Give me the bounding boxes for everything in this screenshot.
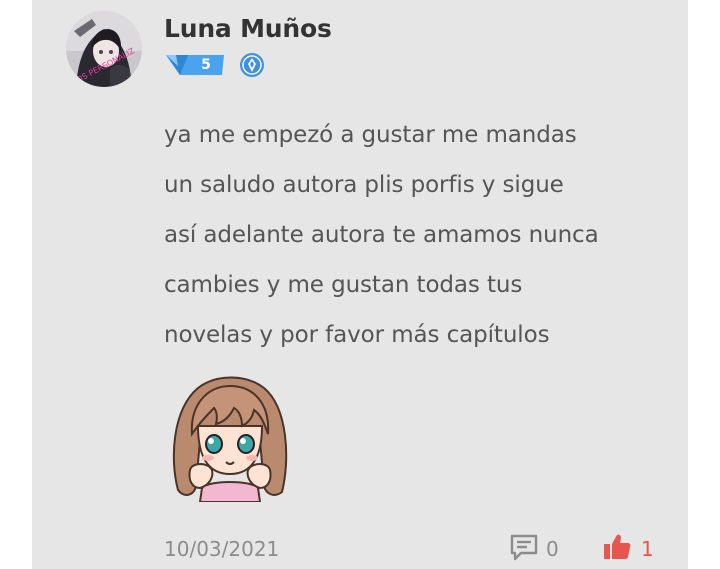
comment-date: 10/03/2021 xyxy=(164,537,280,561)
author-name[interactable]: Luna Muños xyxy=(164,14,332,43)
like-count: 1 xyxy=(641,537,654,561)
thumbs-up-icon[interactable] xyxy=(602,532,632,562)
comment-line: cambies y me gustan todas tus xyxy=(164,272,523,298)
comment-line: un saludo autora plis porfis y sigue xyxy=(164,172,564,198)
verified-shield-icon xyxy=(239,52,265,78)
anime-girl-sticker xyxy=(168,370,292,503)
reply-count: 0 xyxy=(546,537,559,561)
level-badge: 5 xyxy=(166,54,226,76)
comment-line: así adelante autora te amamos nunca xyxy=(164,222,599,248)
comment-text: ya me empezó a gustar me mandas un salud… xyxy=(164,110,664,360)
avatar-image: DDS PERSONALIZ xyxy=(66,11,142,87)
reply-icon[interactable] xyxy=(509,532,539,562)
comment-line: ya me empezó a gustar me mandas xyxy=(164,122,577,148)
author-avatar[interactable]: DDS PERSONALIZ xyxy=(66,11,142,87)
comment-line: novelas y por favor más capítulos xyxy=(164,322,550,348)
level-number: 5 xyxy=(201,57,211,73)
